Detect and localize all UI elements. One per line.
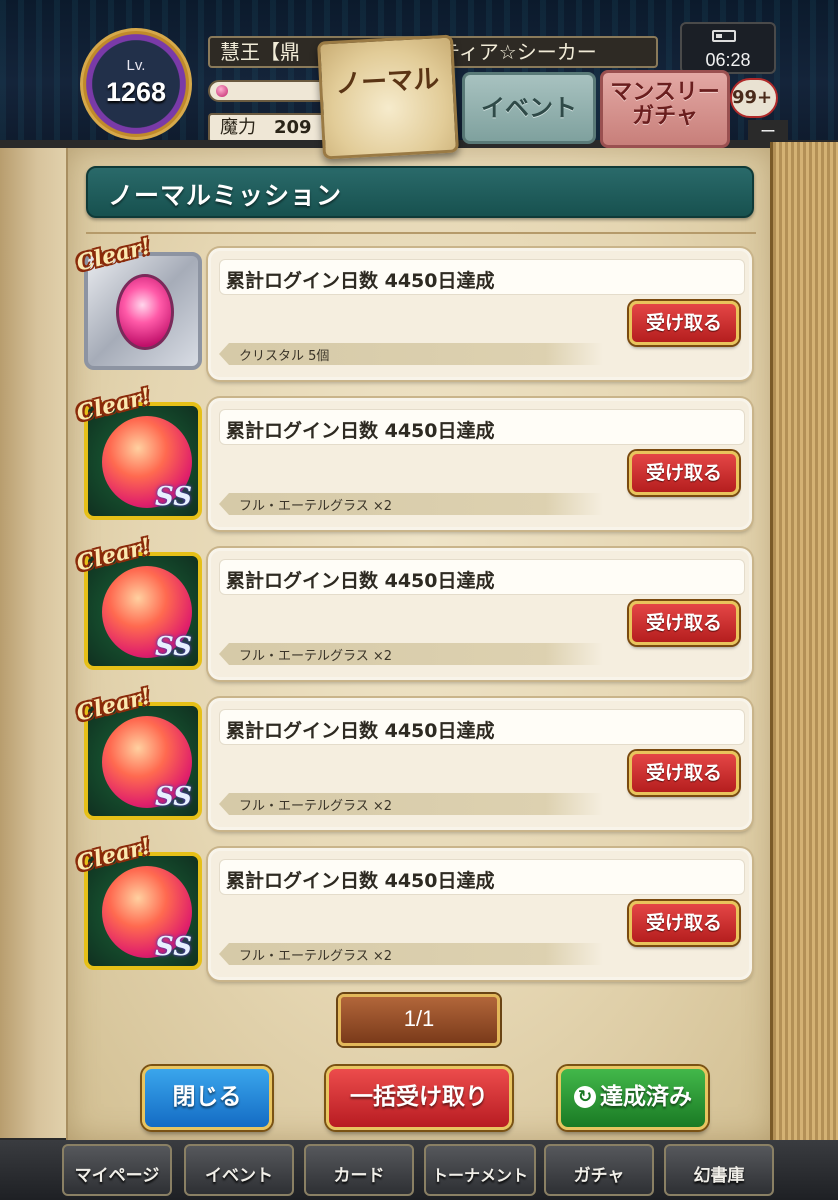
mission-card: 累計ログイン日数 4450日達成 受け取る フル・エーテルグラス ×2 [208,548,752,680]
bottom-nav: マイページ イベント カード トーナメント ガチャ 幻書庫 [0,1140,838,1200]
mission-title: 累計ログイン日数 4450日達成 [226,720,495,742]
mana-value: 209 [274,117,312,138]
tab-monthly-gacha-label: マンスリー ガチャ [610,80,720,129]
nav-event[interactable]: イベント [184,1144,294,1196]
reward-text: フル・エーテルグラス ×2 [239,799,393,814]
nav-card[interactable]: カード [304,1144,414,1196]
claim-button[interactable]: 受け取る [629,751,739,795]
reward-text: クリスタル 5個 [239,349,330,364]
player-name-prefix: 慧王【鼎 [220,40,300,64]
mission-title: 累計ログイン日数 4450日達成 [226,870,495,892]
mission-title-bar: 累計ログイン日数 4450日達成 [219,259,745,295]
mission-title: 累計ログイン日数 4450日達成 [226,270,495,292]
mission-row: SS Clear! 累計ログイン日数 4450日達成 受け取る フル・エーテルグ… [74,833,752,980]
refresh-icon: ↻ [574,1086,596,1108]
mission-title-bar: 累計ログイン日数 4450日達成 [219,409,745,445]
mission-card: 累計ログイン日数 4450日達成 受け取る フル・エーテルグラス ×2 [208,698,752,830]
mission-title-bar: 累計ログイン日数 4450日達成 [219,709,745,745]
completed-button[interactable]: ↻ 達成済み [558,1066,708,1130]
mission-title-bar: 累計ログイン日数 4450日達成 [219,859,745,895]
gem-icon [216,85,228,97]
close-button[interactable]: 閉じる [142,1066,272,1130]
tab-normal[interactable]: ノーマル [317,34,459,160]
level-label: Lv. [126,57,146,74]
tab-event[interactable]: イベント [462,72,596,144]
rank-badge: SS [155,632,192,662]
completed-button-label: 達成済み [600,1084,692,1110]
clock-time: 06:28 [705,50,751,70]
level-value: 1268 [105,77,167,107]
mission-row: SS Clear! 累計ログイン日数 4450日達成 受け取る フル・エーテルグ… [74,533,752,680]
mission-row: Clear! 累計ログイン日数 4450日達成 受け取る クリスタル 5個 [74,233,752,380]
level-badge: Lv. 1268 [80,28,192,140]
mission-card: 累計ログイン日数 4450日達成 受け取る フル・エーテルグラス ×2 [208,398,752,530]
claim-all-button[interactable]: 一括受け取り [326,1066,512,1130]
mission-title-bar: 累計ログイン日数 4450日達成 [219,559,745,595]
mission-row: SS Clear! 累計ログイン日数 4450日達成 受け取る フル・エーテルグ… [74,683,752,830]
rank-badge: SS [155,482,192,512]
mission-title: 累計ログイン日数 4450日達成 [226,570,495,592]
reward-ribbon: フル・エーテルグラス ×2 [219,643,603,665]
clock: 06:28 [680,22,776,74]
nav-library[interactable]: 幻書庫 [664,1144,774,1196]
section-header: ノーマルミッション [86,166,754,218]
mana-label: 魔力 [220,117,256,138]
claim-button[interactable]: 受け取る [629,601,739,645]
mission-card: 累計ログイン日数 4450日達成 受け取る フル・エーテルグラス ×2 [208,848,752,980]
nav-gacha[interactable]: ガチャ [544,1144,654,1196]
claim-button[interactable]: 受け取る [629,301,739,345]
reward-text: フル・エーテルグラス ×2 [239,649,393,664]
crystal-gem-icon [116,274,174,350]
reward-ribbon: フル・エーテルグラス ×2 [219,793,603,815]
reward-ribbon: フル・エーテルグラス ×2 [219,493,603,515]
rank-badge: SS [155,782,192,812]
book-page-stack [770,142,838,1146]
notification-count[interactable]: 99+ [730,78,778,118]
battery-icon [712,30,736,42]
nav-tournament[interactable]: トーナメント [424,1144,536,1196]
mission-row: SS Clear! 累計ログイン日数 4450日達成 受け取る フル・エーテルグ… [74,383,752,530]
book-left-page-edge [0,148,70,1138]
mana-display: 魔力 209 [208,113,338,143]
page-indicator[interactable]: 1/1 [338,994,500,1046]
mission-card: 累計ログイン日数 4450日達成 受け取る クリスタル 5個 [208,248,752,380]
mission-title: 累計ログイン日数 4450日達成 [226,420,495,442]
reward-ribbon: クリスタル 5個 [219,343,603,365]
reward-text: フル・エーテルグラス ×2 [239,949,393,964]
claim-button[interactable]: 受け取る [629,901,739,945]
reward-text: フル・エーテルグラス ×2 [239,499,393,514]
section-title: ノーマルミッション [108,181,343,210]
rank-badge: SS [155,932,192,962]
tab-monthly-gacha[interactable]: マンスリー ガチャ [600,70,730,148]
nav-mypage[interactable]: マイページ [62,1144,172,1196]
reward-ribbon: フル・エーテルグラス ×2 [219,943,603,965]
player-name-suffix: ティア☆シーカー [440,40,597,64]
claim-button[interactable]: 受け取る [629,451,739,495]
divider [86,232,756,234]
